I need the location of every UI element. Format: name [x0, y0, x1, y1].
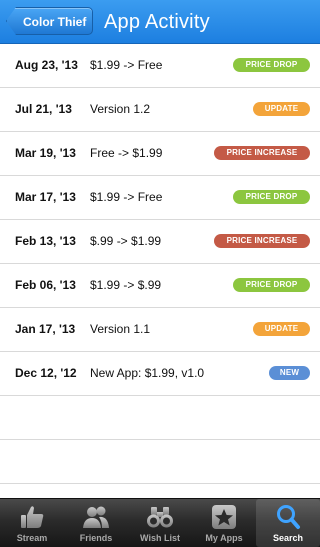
status-badge: NEW	[269, 366, 310, 380]
tab-label: My Apps	[205, 533, 243, 543]
navigation-bar: Color Thief App Activity	[0, 0, 320, 44]
activity-change: $.99 -> $1.99	[90, 234, 162, 248]
activity-row[interactable]: Dec 12, '12 New App: $1.99, v1.0 NEW	[0, 352, 320, 396]
activity-date: Jul 21, '13	[15, 102, 72, 116]
activity-change: Free -> $1.99	[90, 146, 163, 160]
activity-row[interactable]: Mar 17, '13 $1.99 -> Free PRICE DROP	[0, 176, 320, 220]
activity-row[interactable]: Feb 06, '13 $1.99 -> $.99 PRICE DROP	[0, 264, 320, 308]
activity-change: Version 1.2	[90, 102, 151, 116]
activity-date: Dec 12, '12	[15, 366, 77, 380]
thumbs-up-icon	[21, 506, 44, 528]
back-button-label: Color Thief	[23, 15, 87, 29]
status-badge: PRICE INCREASE	[214, 234, 310, 248]
star-box-icon	[212, 505, 236, 529]
activity-date: Feb 13, '13	[15, 234, 76, 248]
status-badge: UPDATE	[253, 322, 310, 336]
activity-row[interactable]: Aug 23, '13 $1.99 -> Free PRICE DROP	[0, 44, 320, 88]
status-badge: PRICE DROP	[233, 190, 310, 204]
activity-date: Jan 17, '13	[15, 322, 76, 336]
activity-row[interactable]: Jul 21, '13 Version 1.2 UPDATE	[0, 88, 320, 132]
status-badge: PRICE DROP	[233, 58, 310, 72]
tab-label: Stream	[16, 533, 48, 543]
search-icon	[277, 505, 300, 529]
tab-friends[interactable]: Friends	[64, 499, 128, 547]
status-badge: UPDATE	[253, 102, 310, 116]
tab-my-apps[interactable]: My Apps	[192, 499, 256, 547]
tab-label: Wish List	[140, 533, 180, 543]
activity-date: Aug 23, '13	[15, 58, 78, 72]
tab-search[interactable]: Search	[256, 499, 320, 547]
activity-change: New App: $1.99, v1.0	[90, 366, 205, 380]
activity-change: Version 1.1	[90, 322, 151, 336]
activity-row[interactable]: Feb 13, '13 $.99 -> $1.99 PRICE INCREASE	[0, 220, 320, 264]
activity-row[interactable]: Mar 19, '13 Free -> $1.99 PRICE INCREASE	[0, 132, 320, 176]
tab-stream[interactable]: Stream	[0, 499, 64, 547]
activity-change: $1.99 -> Free	[90, 190, 163, 204]
activity-list: Aug 23, '13 $1.99 -> Free PRICE DROP Jul…	[0, 44, 320, 484]
status-badge: PRICE DROP	[233, 278, 310, 292]
activity-change: $1.99 -> Free	[90, 58, 163, 72]
activity-change: $1.99 -> $.99	[90, 278, 162, 292]
tab-wish-list[interactable]: Wish List	[128, 499, 192, 547]
friends-icon	[83, 506, 109, 528]
tab-label: Friends	[79, 533, 113, 543]
activity-date: Feb 06, '13	[15, 278, 76, 292]
activity-date: Mar 19, '13	[15, 146, 76, 160]
empty-row	[0, 440, 320, 484]
back-button[interactable]: Color Thief	[6, 7, 94, 35]
page-title: App Activity	[104, 11, 210, 33]
tab-bar: Stream Friends Wish List My Apps Search	[0, 498, 320, 547]
activity-date: Mar 17, '13	[15, 190, 76, 204]
empty-row	[0, 396, 320, 440]
tab-label: Search	[272, 533, 304, 543]
status-badge: PRICE INCREASE	[214, 146, 310, 160]
binoculars-icon	[147, 507, 173, 528]
activity-row[interactable]: Jan 17, '13 Version 1.1 UPDATE	[0, 308, 320, 352]
